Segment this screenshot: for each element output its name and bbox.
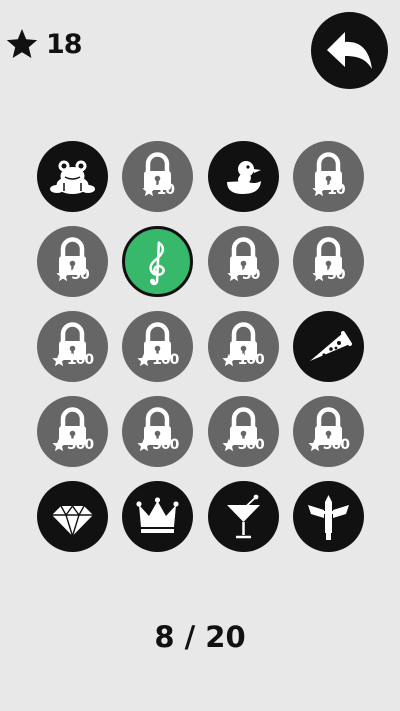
price-label: 10 (293, 182, 364, 198)
padlock-icon (314, 152, 342, 190)
back-button[interactable] (311, 12, 388, 89)
price-value: 50 (241, 267, 261, 283)
skin-cell[interactable] (292, 311, 364, 382)
star-icon (6, 29, 38, 58)
locked-skin-cell[interactable]: 500 (37, 396, 108, 467)
price-label: 500 (208, 437, 279, 453)
star-count: 18 (46, 28, 83, 60)
cocktail-icon (226, 494, 260, 539)
skin-cell[interactable] (37, 141, 108, 212)
padlock-icon (229, 407, 257, 445)
selected-skin-cell[interactable] (122, 226, 194, 297)
price-value: 50 (327, 267, 346, 283)
skin-grid: 10 10 50 50 50 100 100 100 500 500 500 500 (37, 141, 364, 552)
price-value: 10 (327, 182, 346, 198)
treble-clef-icon (149, 241, 166, 286)
back-arrow-icon (327, 32, 372, 69)
price-value: 10 (156, 182, 176, 198)
price-label: 100 (37, 352, 108, 368)
padlock-icon (314, 237, 342, 275)
price-label: 100 (122, 352, 193, 368)
padlock-icon (144, 407, 172, 445)
crown-icon (136, 497, 179, 533)
price-star-icon (222, 438, 237, 452)
frog-icon (50, 160, 95, 194)
price-value: 100 (152, 352, 179, 368)
padlock-icon (59, 407, 86, 445)
price-star-icon (56, 268, 70, 282)
padlock-icon (144, 322, 172, 360)
progress-text: 8 / 20 (154, 620, 246, 654)
price-value: 100 (66, 352, 94, 368)
price-star-icon (52, 353, 66, 367)
locked-skin-cell[interactable]: 10 (122, 141, 194, 212)
price-star-icon (312, 268, 326, 282)
price-star-icon (308, 438, 322, 452)
price-value: 500 (152, 437, 179, 453)
skin-cell[interactable] (207, 481, 279, 552)
price-star-icon (227, 268, 241, 282)
skin-cell[interactable] (122, 481, 194, 552)
padlock-icon (229, 322, 257, 360)
padlock-icon (59, 322, 86, 360)
pizza-icon (309, 331, 352, 361)
skin-cell[interactable] (292, 481, 364, 552)
price-star-icon (137, 353, 151, 367)
locked-skin-cell[interactable]: 500 (207, 396, 279, 467)
price-star-icon (312, 183, 326, 197)
duck-icon (226, 161, 261, 194)
price-value: 500 (237, 437, 264, 453)
price-value: 500 (66, 437, 94, 453)
skin-cell[interactable] (37, 481, 108, 552)
diamond-icon (52, 505, 93, 539)
price-label: 100 (208, 352, 279, 368)
price-label: 50 (293, 267, 364, 283)
winged-sword-icon (307, 495, 349, 540)
locked-skin-cell[interactable]: 100 (37, 311, 108, 382)
price-value: 500 (322, 437, 350, 453)
padlock-icon (314, 407, 342, 445)
price-label: 500 (37, 437, 108, 453)
price-star-icon (137, 438, 151, 452)
locked-skin-cell[interactable]: 500 (292, 396, 364, 467)
price-star-icon (52, 438, 66, 452)
locked-skin-cell[interactable]: 500 (122, 396, 194, 467)
price-label: 500 (122, 437, 193, 453)
locked-skin-cell[interactable]: 100 (207, 311, 279, 382)
star-counter: 18 (6, 24, 83, 64)
price-label: 50 (37, 267, 108, 283)
price-label: 50 (208, 267, 279, 283)
locked-skin-cell[interactable]: 50 (292, 226, 364, 297)
skin-cell[interactable] (207, 141, 279, 212)
padlock-icon (59, 237, 86, 275)
price-label: 500 (293, 437, 364, 453)
locked-skin-cell[interactable]: 100 (122, 311, 194, 382)
locked-skin-cell[interactable]: 50 (37, 226, 108, 297)
price-star-icon (141, 183, 156, 197)
padlock-icon (144, 152, 172, 190)
price-star-icon (222, 353, 237, 367)
price-value: 50 (71, 267, 90, 283)
locked-skin-cell[interactable]: 50 (207, 226, 279, 297)
locked-skin-cell[interactable]: 10 (292, 141, 364, 212)
price-label: 10 (122, 182, 193, 198)
price-value: 100 (237, 352, 264, 368)
padlock-icon (229, 237, 257, 275)
